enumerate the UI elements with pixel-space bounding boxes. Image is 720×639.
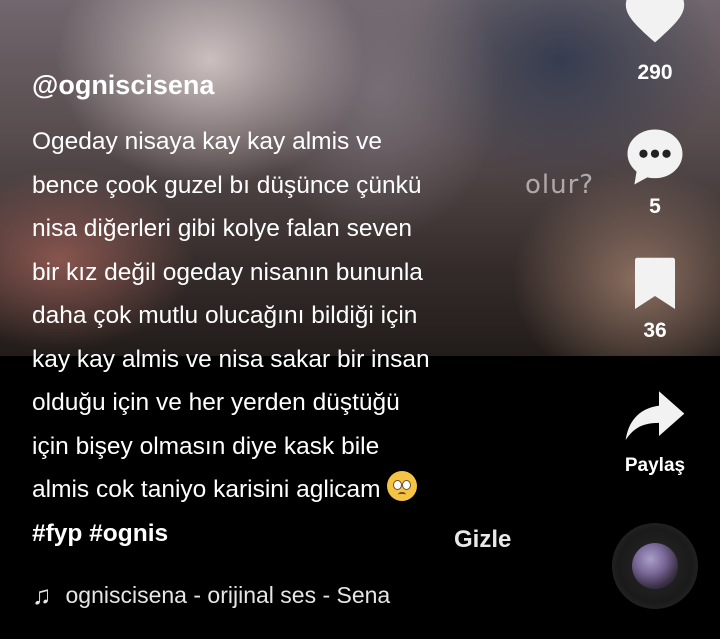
sound-disc-avatar[interactable] — [612, 523, 698, 609]
caption-line: kay kay almis ve nisa sakar bir insan — [32, 345, 430, 373]
sound-info[interactable]: ♫ ogniscisena - orijinal ses - Sena — [32, 580, 390, 611]
share-button[interactable]: Paylaş — [610, 388, 700, 477]
share-label: Paylaş — [624, 455, 686, 476]
author-username[interactable]: @ogniscisena — [32, 70, 214, 101]
caption-line-text: almis cok taniyo karisini aglicam — [32, 476, 381, 503]
pleading-face-emoji-icon — [386, 471, 417, 501]
bookmark-button[interactable]: 36 — [610, 254, 700, 343]
comment-count: 5 — [649, 195, 661, 218]
sound-label: ogniscisena - orijinal ses - Sena — [65, 582, 391, 608]
music-note-icon: ♫ — [32, 580, 52, 610]
comment-button[interactable]: 5 — [610, 124, 700, 219]
comment-bubble-icon — [627, 129, 683, 185]
caption-line: bir kız değil ogeday nisanın bununla — [32, 258, 423, 286]
heart-icon — [625, 0, 685, 43]
caption-line: olduğu için ve her yerden düştüğü — [32, 389, 400, 416]
bookmark-icon — [635, 257, 675, 309]
sound-cover-image — [632, 543, 678, 589]
share-arrow-icon — [625, 391, 685, 440]
caption-line: bence çook guzel bı düşünce çünkü — [32, 171, 422, 199]
bookmark-count: 36 — [643, 319, 667, 342]
caption-line: daha çok mutlu olucağını bildiği için — [32, 302, 418, 329]
caption-line-last: almis cok taniyo karisini aglicam — [32, 468, 592, 512]
caption-line: nisa diğerleri gibi kolye falan seven — [32, 215, 412, 242]
caption-line: Ogeday nisaya kay kay almis ve — [32, 128, 382, 155]
caption-line: için bişey olmasın diye kask bile — [32, 432, 380, 460]
video-caption[interactable]: Ogeday nisaya kay kay almis ve bence çoo… — [32, 120, 592, 555]
hide-caption-button[interactable]: Gizle — [454, 526, 511, 554]
like-button[interactable]: 290 — [610, 0, 700, 85]
like-count: 290 — [637, 61, 673, 84]
